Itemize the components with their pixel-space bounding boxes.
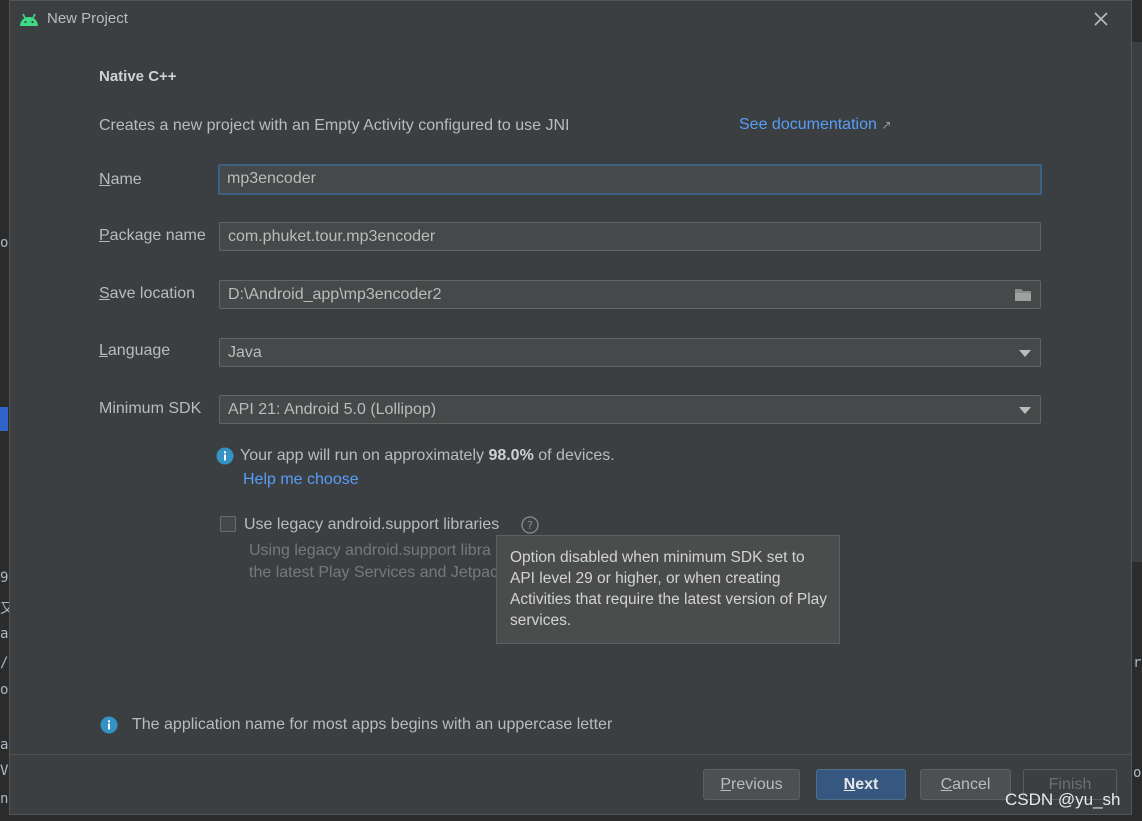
new-project-dialog: New Project Native C++ Creates a new pro… [9, 0, 1132, 815]
help-icon[interactable]: ? [521, 516, 539, 534]
see-documentation-link[interactable]: See documentation ↗ [739, 116, 891, 134]
language-value: Java [228, 344, 262, 361]
background-code-fragment: 9 [0, 570, 9, 586]
background-code-fragment: V [0, 763, 9, 779]
minimum-sdk-value: API 21: Android 5.0 (Lollipop) [228, 401, 437, 418]
cancel-button[interactable]: Cancel [920, 769, 1011, 800]
template-heading: Native C++ [99, 68, 177, 85]
sdk-coverage-percent: 98.0% [488, 447, 534, 464]
legacy-support-checkbox[interactable] [220, 516, 236, 532]
dialog-titlebar[interactable]: New Project [10, 1, 1131, 39]
background-ide-right-panel [1132, 42, 1142, 562]
minimum-sdk-select[interactable]: API 21: Android 5.0 (Lollipop) [219, 395, 1041, 424]
chevron-down-icon [1019, 407, 1031, 414]
next-button[interactable]: Next [816, 769, 906, 800]
footer-divider [10, 754, 1131, 755]
previous-button[interactable]: Previous [703, 769, 800, 800]
background-ide-selection [0, 407, 8, 431]
help-me-choose-link[interactable]: Help me choose [243, 471, 359, 489]
background-code-fragment: o [0, 235, 9, 251]
legacy-support-tooltip: Option disabled when minimum SDK set to … [496, 535, 840, 644]
info-icon [100, 716, 118, 734]
legacy-description-line: Using legacy android.support libra [249, 542, 491, 559]
save-location-value: D:\Android_app\mp3encoder2 [228, 286, 442, 303]
legacy-support-label[interactable]: Use legacy android.support libraries [244, 516, 499, 534]
save-location-label: Save location [99, 285, 196, 302]
name-label: Name [99, 171, 142, 188]
close-icon[interactable] [1091, 9, 1111, 29]
template-description: Creates a new project with an Empty Acti… [99, 117, 570, 134]
dialog-title: New Project [47, 10, 128, 27]
legacy-description-line: the latest Play Services and Jetpac [249, 564, 499, 581]
folder-icon[interactable] [1014, 287, 1032, 302]
background-code-fragment: o [1133, 765, 1142, 781]
svg-text:?: ? [527, 519, 533, 532]
package-name-label: Package name [99, 227, 206, 244]
chevron-down-icon [1019, 350, 1031, 357]
external-link-icon: ↗ [881, 118, 892, 132]
watermark: CSDN @yu_sh [1005, 790, 1121, 809]
language-label: Language [99, 342, 171, 359]
minimum-sdk-label: Minimum SDK [99, 400, 202, 417]
language-select[interactable]: Java [219, 338, 1041, 367]
see-documentation-label: See documentation [739, 116, 877, 133]
android-icon [20, 13, 38, 26]
info-icon [216, 447, 234, 465]
save-location-input[interactable]: D:\Android_app\mp3encoder2 [219, 280, 1041, 309]
name-input[interactable]: mp3encoder [218, 164, 1042, 195]
background-code-fragment: r [1133, 655, 1142, 671]
sdk-coverage-text: Your app will run on approximately 98.0%… [240, 447, 615, 464]
package-name-input[interactable]: com.phuket.tour.mp3encoder [219, 222, 1041, 251]
validation-message: The application name for most apps begin… [132, 716, 613, 733]
background-code-fragment: / [0, 655, 9, 671]
